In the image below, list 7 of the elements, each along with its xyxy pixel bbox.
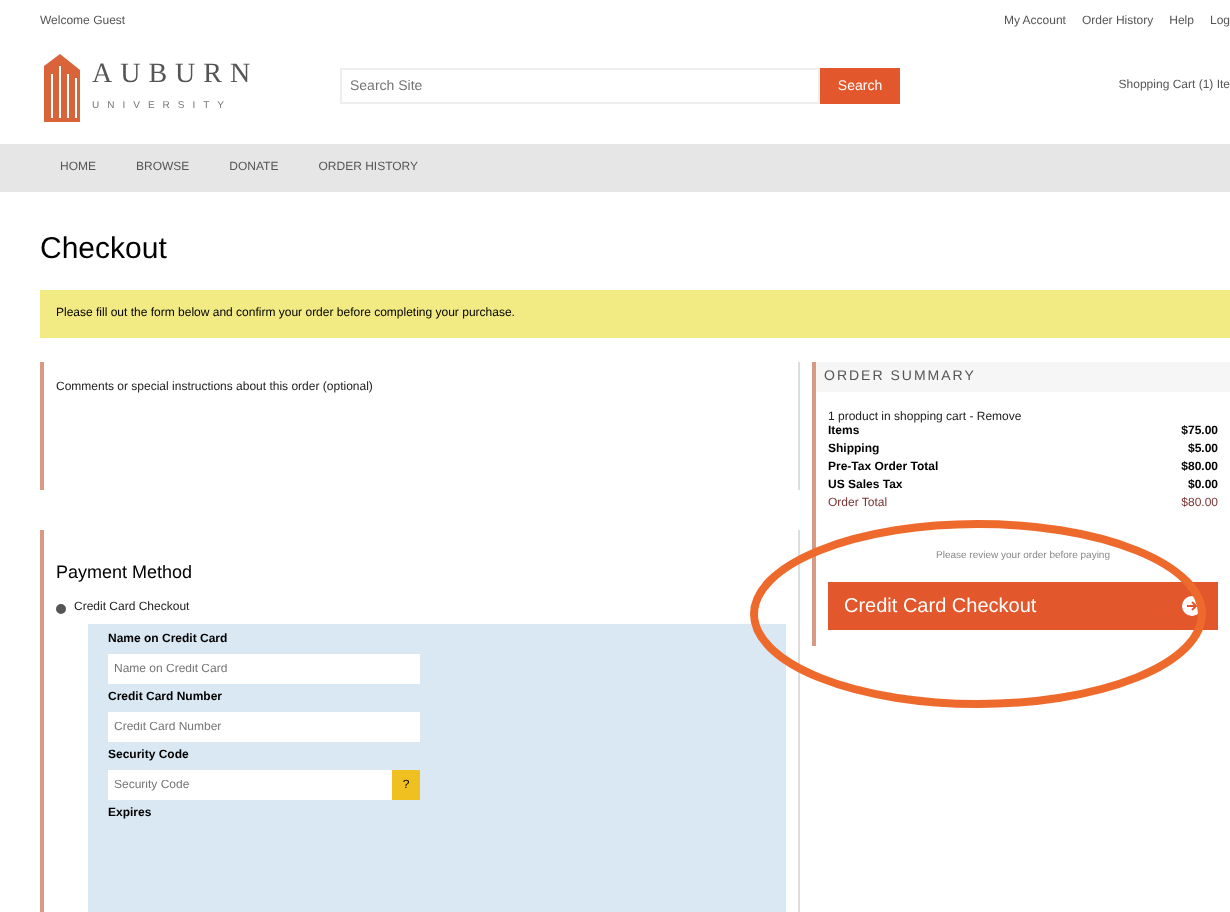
page-title: Checkout <box>40 232 169 266</box>
building-logo-icon <box>40 50 84 122</box>
arrow-circle-icon <box>1182 596 1202 616</box>
radio-button[interactable] <box>56 603 66 613</box>
payment-title: Payment Method <box>56 562 195 582</box>
checkout-button[interactable]: Credit Card Checkout <box>828 582 1218 630</box>
logo-name: AUBURN <box>92 60 259 92</box>
